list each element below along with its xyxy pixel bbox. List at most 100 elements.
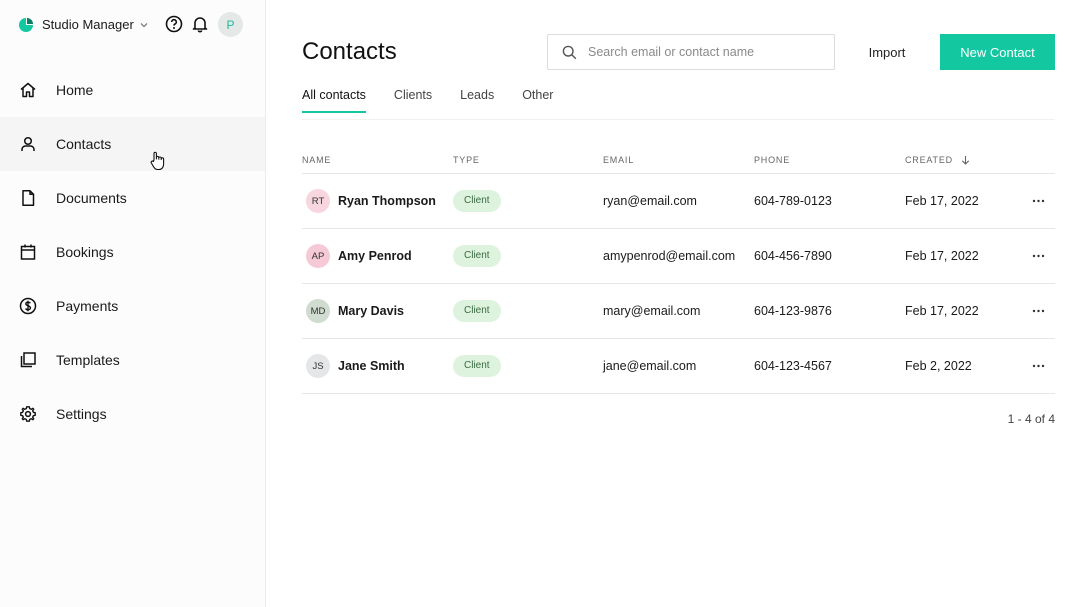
table-row[interactable]: MD Mary Davis Client mary@email.com 604-… (302, 284, 1055, 339)
contact-name[interactable]: Amy Penrod (338, 249, 412, 263)
sidebar-item-bookings[interactable]: Bookings (0, 225, 265, 279)
pagination-status: 1 - 4 of 4 (1007, 412, 1055, 426)
contact-type-cell: Client (453, 174, 501, 228)
sidebar-item-label: Payments (56, 298, 119, 314)
contact-email: jane@email.com (603, 359, 697, 373)
contact-tabs: All contacts Clients Leads Other (302, 88, 553, 113)
type-badge: Client (453, 190, 501, 212)
table-header: NAME TYPE EMAIL PHONE CREATED (302, 146, 1055, 174)
row-actions-button[interactable] (1032, 339, 1045, 393)
more-options-icon (1032, 364, 1045, 368)
contact-phone: 604-123-4567 (754, 359, 832, 373)
tab-all-contacts[interactable]: All contacts (302, 88, 366, 113)
contact-type-cell: Client (453, 339, 501, 393)
tab-other[interactable]: Other (522, 88, 553, 111)
new-contact-button[interactable]: New Contact (940, 34, 1055, 70)
sidebar-item-settings[interactable]: Settings (0, 387, 265, 441)
column-header-type[interactable]: TYPE (453, 155, 480, 165)
user-avatar[interactable]: P (218, 12, 243, 37)
contacts-table: NAME TYPE EMAIL PHONE CREATED RT Ryan Th… (302, 146, 1055, 394)
calendar-icon (20, 244, 36, 260)
contact-name-cell: MD Mary Davis (306, 284, 404, 338)
contact-type-cell: Client (453, 284, 501, 338)
row-actions-button[interactable] (1032, 229, 1045, 283)
contact-phone: 604-123-9876 (754, 304, 832, 318)
sidebar-item-label: Bookings (56, 244, 114, 260)
contact-created: Feb 17, 2022 (905, 194, 979, 208)
chevron-down-icon (140, 22, 148, 27)
sidebar-item-templates[interactable]: Templates (0, 333, 265, 387)
sidebar-item-label: Documents (56, 190, 127, 206)
table-row[interactable]: AP Amy Penrod Client amypenrod@email.com… (302, 229, 1055, 284)
sidebar: Studio Manager P Home Contacts Documents… (0, 0, 266, 607)
sidebar-item-home[interactable]: Home (0, 63, 265, 117)
sidebar-item-label: Settings (56, 406, 107, 422)
sidebar-item-label: Contacts (56, 136, 112, 152)
contact-avatar: MD (306, 299, 330, 323)
user-icon (21, 136, 35, 151)
contact-name-cell: RT Ryan Thompson (306, 174, 436, 228)
document-icon (22, 190, 35, 206)
more-options-icon (1032, 199, 1045, 203)
workspace-name: Studio Manager (42, 17, 134, 32)
table-row[interactable]: RT Ryan Thompson Client ryan@email.com 6… (302, 174, 1055, 229)
tab-leads[interactable]: Leads (460, 88, 494, 111)
column-header-created[interactable]: CREATED (905, 155, 970, 165)
column-header-email[interactable]: EMAIL (603, 155, 634, 165)
more-options-icon (1032, 254, 1045, 258)
sidebar-item-documents[interactable]: Documents (0, 171, 265, 225)
contact-email: mary@email.com (603, 304, 701, 318)
tabs-divider (302, 119, 1055, 120)
type-badge: Client (453, 355, 501, 377)
contact-type-cell: Client (453, 229, 501, 283)
gear-icon (20, 406, 36, 422)
tab-clients[interactable]: Clients (394, 88, 432, 111)
dollar-icon (19, 297, 37, 315)
studio-logo-icon (19, 18, 33, 32)
more-options-icon (1032, 309, 1045, 313)
contact-name[interactable]: Jane Smith (338, 359, 405, 373)
sidebar-item-label: Home (56, 82, 94, 98)
contact-name[interactable]: Ryan Thompson (338, 194, 436, 208)
import-button[interactable]: Import (856, 34, 918, 70)
contact-phone: 604-456-7890 (754, 249, 832, 263)
contact-created: Feb 2, 2022 (905, 359, 972, 373)
contact-created: Feb 17, 2022 (905, 304, 979, 318)
main-content: Contacts Import New Contact All contacts… (266, 0, 1090, 607)
contact-avatar: AP (306, 244, 330, 268)
workspace-switcher[interactable]: Studio Manager (42, 17, 148, 32)
contact-email: ryan@email.com (603, 194, 697, 208)
contact-email: amypenrod@email.com (603, 249, 736, 263)
type-badge: Client (453, 245, 501, 267)
sidebar-item-label: Templates (56, 352, 120, 368)
type-badge: Client (453, 300, 501, 322)
sidebar-item-contacts[interactable]: Contacts (0, 117, 265, 171)
contact-avatar: JS (306, 354, 330, 378)
contact-name[interactable]: Mary Davis (338, 304, 404, 318)
help-icon[interactable] (165, 15, 183, 33)
contact-name-cell: AP Amy Penrod (306, 229, 412, 283)
bell-icon[interactable] (191, 15, 209, 33)
search-icon (562, 45, 577, 59)
templates-icon (20, 352, 36, 368)
row-actions-button[interactable] (1032, 284, 1045, 338)
sidebar-nav: Home Contacts Documents Bookings Payment… (0, 63, 265, 441)
table-body: RT Ryan Thompson Client ryan@email.com 6… (302, 174, 1055, 394)
app-window: Studio Manager P Home Contacts Documents… (0, 0, 1090, 607)
contact-phone: 604-789-0123 (754, 194, 832, 208)
column-header-name[interactable]: NAME (302, 155, 331, 165)
sidebar-item-payments[interactable]: Payments (0, 279, 265, 333)
search-input[interactable] (588, 45, 818, 59)
hand-cursor-icon (150, 151, 165, 171)
page-title: Contacts (302, 38, 397, 65)
contact-avatar: RT (306, 189, 330, 213)
sort-descending-icon (961, 156, 970, 165)
sidebar-header: Studio Manager P (0, 0, 266, 50)
home-icon (20, 82, 36, 98)
contact-created: Feb 17, 2022 (905, 249, 979, 263)
table-row[interactable]: JS Jane Smith Client jane@email.com 604-… (302, 339, 1055, 394)
search-box[interactable] (547, 34, 835, 70)
column-header-phone[interactable]: PHONE (754, 155, 790, 165)
row-actions-button[interactable] (1032, 174, 1045, 228)
contact-name-cell: JS Jane Smith (306, 339, 405, 393)
